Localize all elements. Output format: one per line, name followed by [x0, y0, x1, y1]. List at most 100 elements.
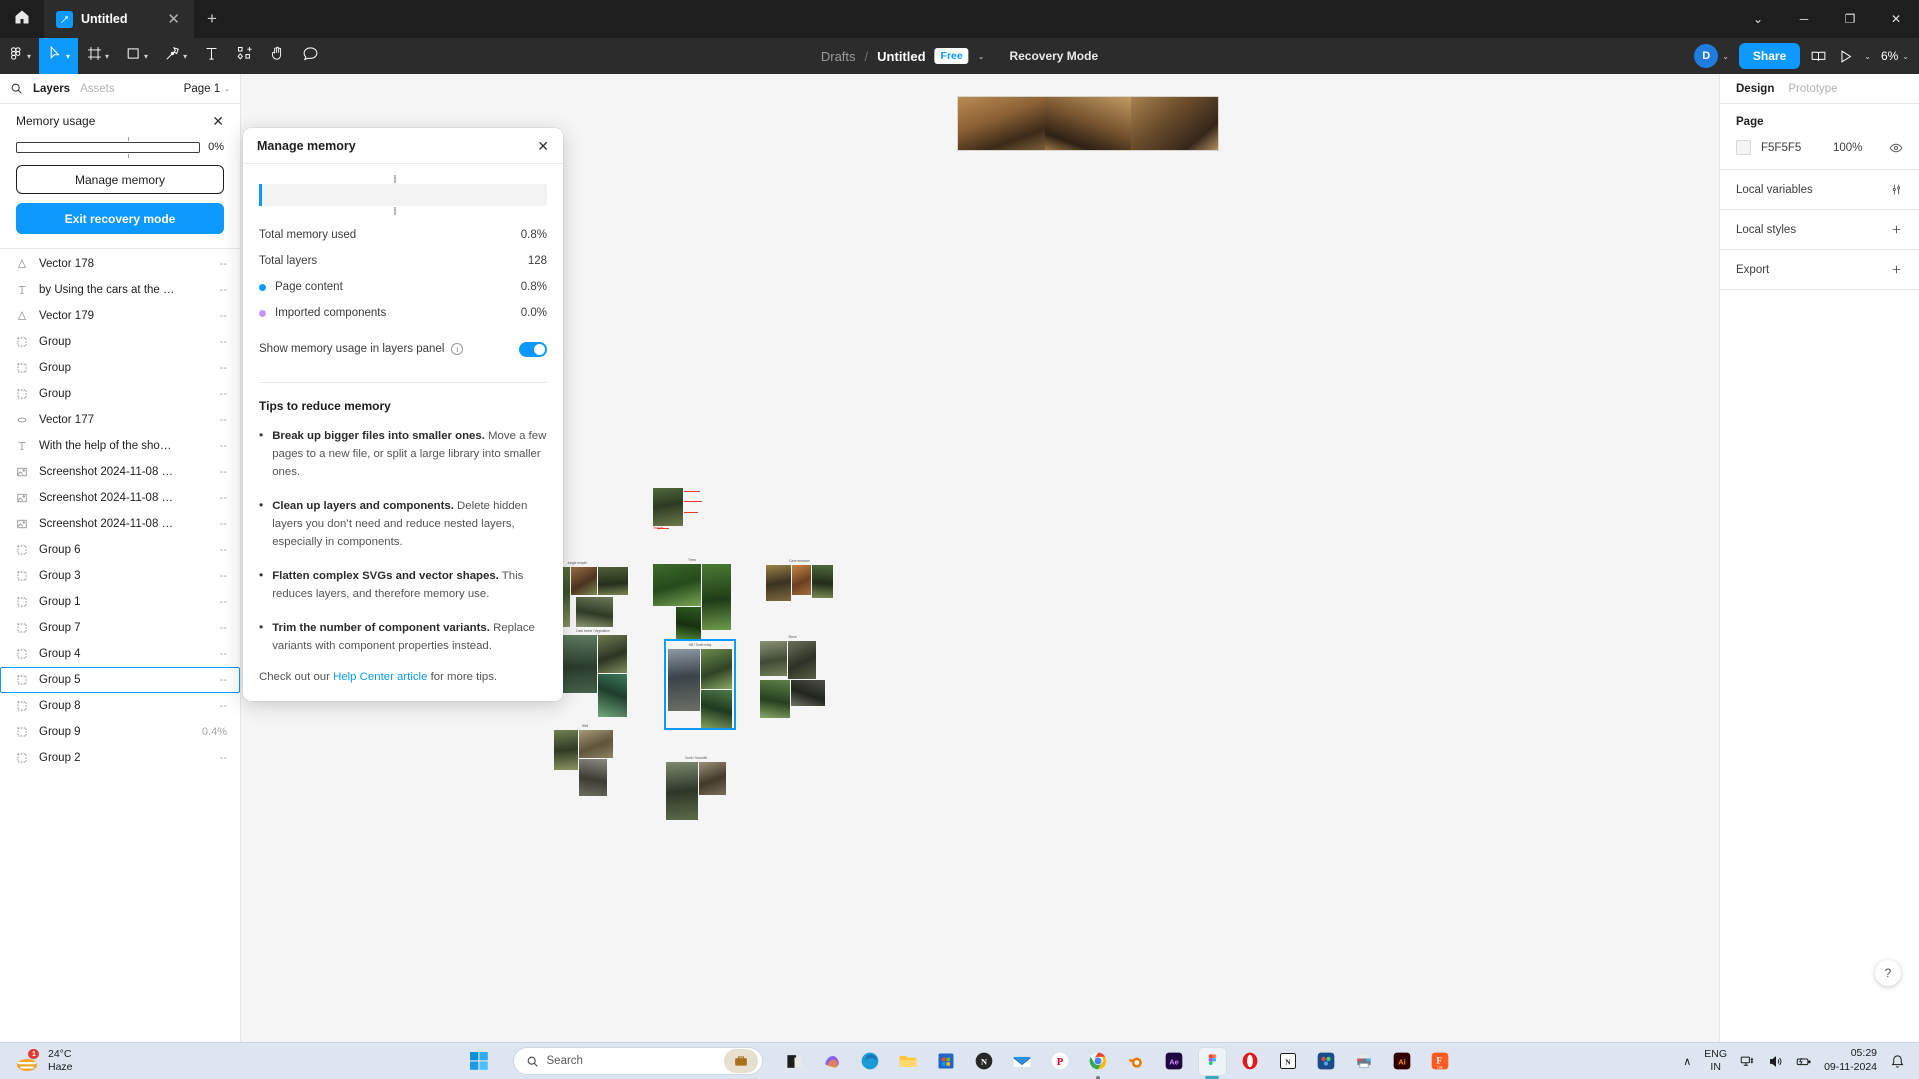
layer-row[interactable]: Group 7 --: [0, 615, 240, 641]
layer-row[interactable]: Screenshot 2024-11-08 … --: [0, 485, 240, 511]
pinterest-icon[interactable]: P: [1046, 1047, 1075, 1076]
zoom-control[interactable]: 6% ⌄: [1881, 49, 1909, 63]
tab-prototype[interactable]: Prototype: [1788, 83, 1837, 95]
bell-icon[interactable]: [1890, 1054, 1905, 1069]
window-chevron-button[interactable]: ⌄: [1735, 0, 1781, 38]
text-tool-button[interactable]: [195, 38, 228, 74]
home-button[interactable]: [0, 0, 44, 38]
after-effects-icon[interactable]: Ae: [1160, 1047, 1189, 1076]
weather-widget[interactable]: 1 24°C Haze: [0, 1048, 73, 1074]
file-explorer-icon[interactable]: [894, 1047, 923, 1076]
layer-row[interactable]: With the help of the sho… --: [0, 433, 240, 459]
dark-forest-board[interactable]: Dark forest / Vegetation: [559, 629, 627, 717]
clock[interactable]: 05:29 09-11-2024: [1824, 1047, 1877, 1074]
mail-icon[interactable]: [1008, 1047, 1037, 1076]
layer-row[interactable]: Group 3 --: [0, 563, 240, 589]
layer-row[interactable]: by Using the cars at the … --: [0, 277, 240, 303]
layer-row[interactable]: Vector 178 --: [0, 251, 240, 277]
fill-opacity-value[interactable]: 100%: [1833, 142, 1879, 154]
cave-entrance-board[interactable]: Cave entrance: [766, 559, 833, 601]
layer-row[interactable]: Group 8 --: [0, 693, 240, 719]
shape-tool-button[interactable]: ▾: [117, 38, 156, 74]
show-memory-usage-toggle[interactable]: [519, 341, 547, 357]
close-icon[interactable]: ✕: [537, 139, 549, 153]
layer-row[interactable]: Group 1 --: [0, 589, 240, 615]
file-menu-chevron-down-icon[interactable]: ⌄: [978, 52, 985, 61]
right-panel-row[interactable]: Local variables: [1720, 170, 1919, 210]
well-board[interactable]: Well: [554, 724, 616, 796]
eye-icon[interactable]: [1889, 141, 1903, 155]
help-center-article-link[interactable]: Help Center article: [333, 671, 427, 683]
page-selector[interactable]: Page 1 ⌄: [184, 83, 230, 95]
battery-icon[interactable]: [1796, 1054, 1811, 1069]
close-tab-icon[interactable]: ✕: [165, 12, 182, 27]
hill-tomb-board[interactable]: Hill / Tomb entry: [664, 639, 736, 730]
chrome-icon[interactable]: [1084, 1047, 1113, 1079]
file-explorer-dark-icon[interactable]: [780, 1047, 809, 1076]
exit-recovery-mode-button[interactable]: Exit recovery mode: [16, 203, 224, 234]
tab-assets[interactable]: Assets: [80, 83, 115, 95]
figma-menu-button[interactable]: ▾: [0, 38, 39, 74]
figma-icon[interactable]: [1197, 1046, 1227, 1079]
layer-row[interactable]: Vector 177 --: [0, 407, 240, 433]
right-panel-row[interactable]: Local styles: [1720, 210, 1919, 250]
network-icon[interactable]: [1740, 1054, 1755, 1069]
layers-list[interactable]: Vector 178 -- by Using the cars at the … --…: [0, 249, 240, 1042]
banner-board[interactable]: [957, 96, 1219, 151]
layer-row[interactable]: Group 6 --: [0, 537, 240, 563]
fill-color-swatch[interactable]: [1736, 140, 1751, 155]
sliders-icon[interactable]: [1890, 183, 1903, 196]
window-maximize-button[interactable]: ❐: [1827, 0, 1873, 38]
layer-row[interactable]: Group 2 --: [0, 745, 240, 771]
layer-row[interactable]: Group --: [0, 355, 240, 381]
opera-icon[interactable]: [1236, 1047, 1265, 1076]
tray-chevron-up-icon[interactable]: ∧: [1683, 1055, 1691, 1068]
search-icon[interactable]: [10, 82, 23, 95]
notion-dark-icon[interactable]: N: [970, 1047, 999, 1076]
language-indicator[interactable]: ENG IN: [1704, 1048, 1727, 1074]
manage-memory-button[interactable]: Manage memory: [16, 165, 224, 194]
layer-row[interactable]: Group --: [0, 381, 240, 407]
trees-board[interactable]: Trees: [653, 558, 731, 640]
copilot-icon[interactable]: [818, 1047, 847, 1076]
windows-start-icon[interactable]: [465, 1047, 494, 1076]
present-play-icon[interactable]: [1837, 48, 1854, 65]
plus-icon[interactable]: [1890, 223, 1903, 236]
comment-tool-button[interactable]: [294, 38, 327, 74]
stone-board[interactable]: Stone: [760, 635, 825, 723]
blender-icon[interactable]: [1122, 1047, 1151, 1076]
search-briefcase-icon[interactable]: [723, 1049, 758, 1073]
volume-icon[interactable]: [1768, 1054, 1783, 1069]
fill-hex-value[interactable]: F5F5F5: [1761, 142, 1823, 154]
present-chevron-down-icon[interactable]: ⌄: [1864, 52, 1871, 61]
info-icon[interactable]: i: [451, 343, 464, 355]
layer-row[interactable]: Group 5 --: [0, 667, 240, 693]
plus-icon[interactable]: [1890, 263, 1903, 276]
move-tool-button[interactable]: ▾: [39, 38, 79, 74]
breadcrumb-drafts[interactable]: Drafts: [821, 49, 856, 64]
avatar-chevron-down-icon[interactable]: ⌄: [1722, 52, 1729, 61]
share-button[interactable]: Share: [1738, 43, 1801, 69]
edge-icon[interactable]: [856, 1047, 885, 1076]
layer-row[interactable]: Screenshot 2024-11-08 … --: [0, 511, 240, 537]
window-minimize-button[interactable]: ─: [1781, 0, 1827, 38]
file-tab[interactable]: Untitled ✕: [44, 0, 194, 38]
frame-tool-button[interactable]: ▾: [78, 38, 117, 74]
dev-mode-icon[interactable]: [1810, 48, 1827, 65]
layer-row[interactable]: Vector 179 --: [0, 303, 240, 329]
temple-annotated-board[interactable]: Temple: [653, 488, 702, 532]
layer-row[interactable]: Group --: [0, 329, 240, 355]
file-name-label[interactable]: Untitled: [877, 49, 925, 64]
tab-design[interactable]: Design: [1736, 83, 1774, 95]
pen-tool-button[interactable]: ▾: [156, 38, 195, 74]
layer-row[interactable]: Screenshot 2024-11-08 … --: [0, 459, 240, 485]
printer-icon[interactable]: [1350, 1047, 1379, 1076]
right-panel-row[interactable]: Export: [1720, 250, 1919, 290]
new-tab-button[interactable]: +: [194, 0, 230, 38]
layer-row[interactable]: Group 4 --: [0, 641, 240, 667]
tomb-monolith-board[interactable]: Tomb / Monolith: [666, 756, 726, 820]
illustrator-icon[interactable]: Ai: [1388, 1047, 1417, 1076]
filmora-icon[interactable]: Frus: [1426, 1047, 1455, 1076]
help-button[interactable]: ?: [1875, 960, 1901, 986]
notion-icon[interactable]: N: [1274, 1047, 1303, 1076]
